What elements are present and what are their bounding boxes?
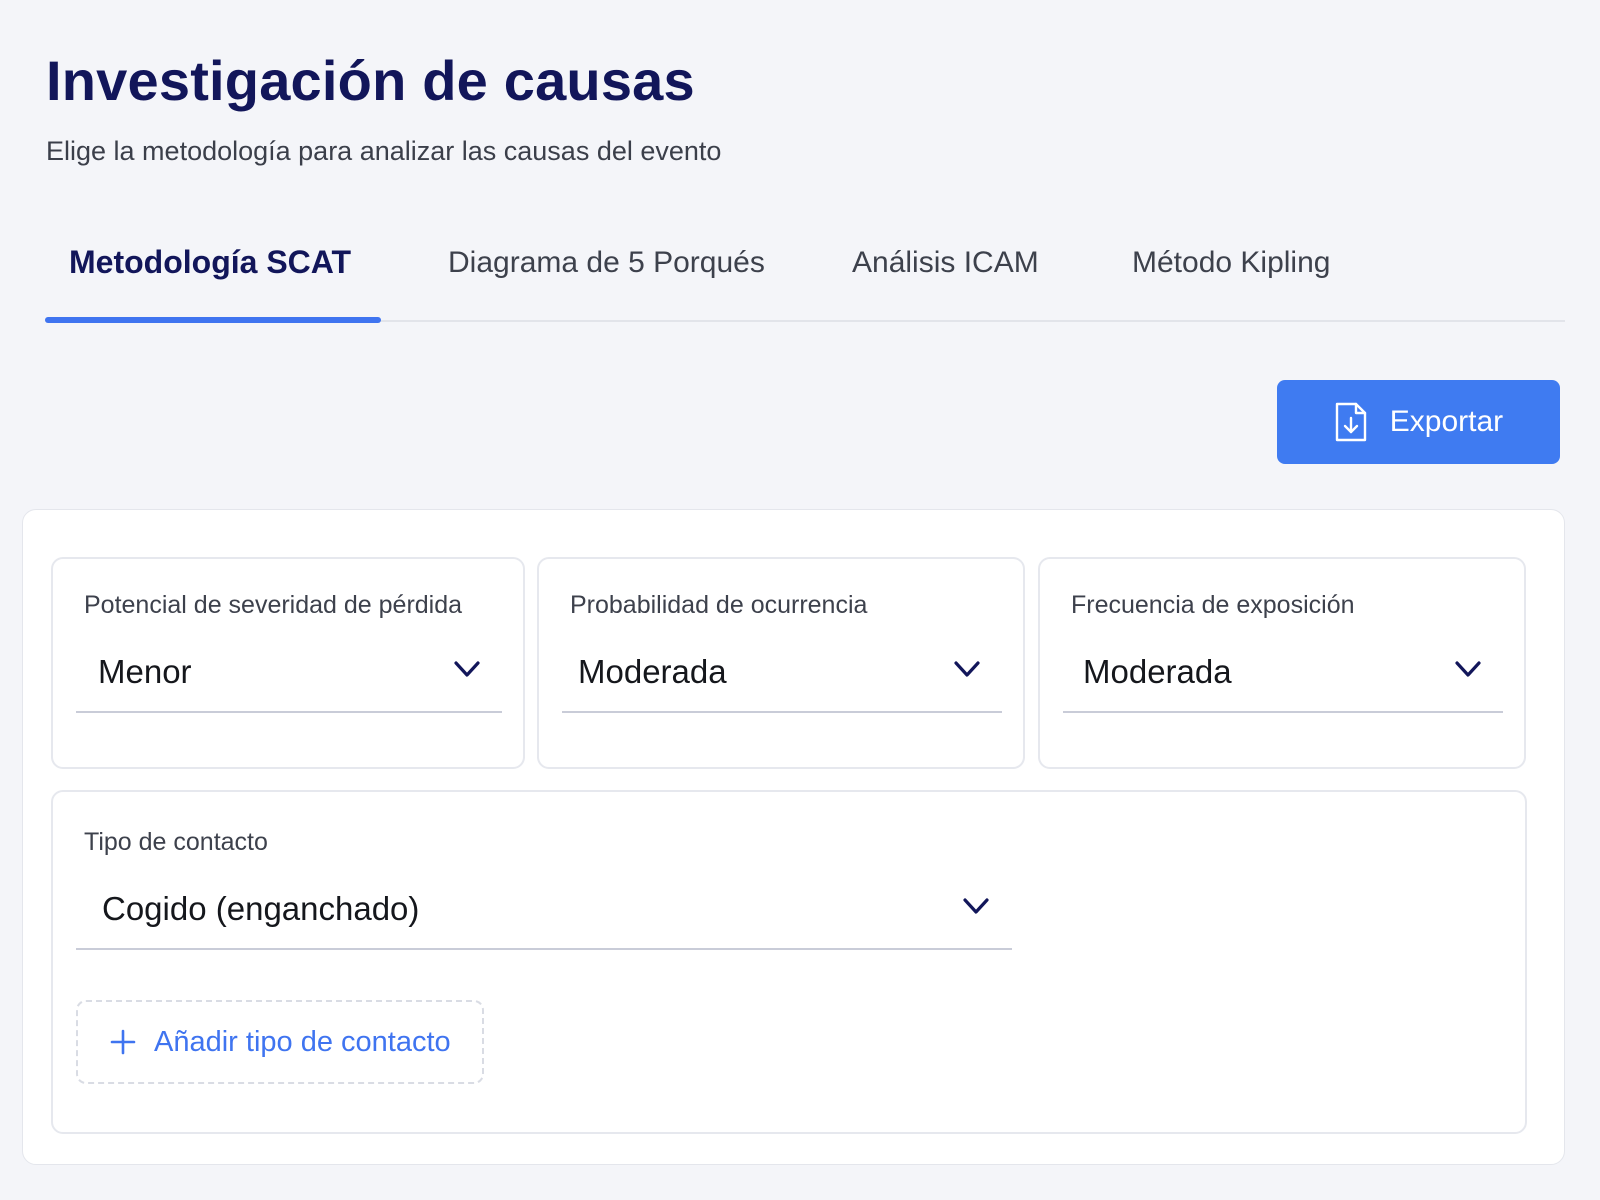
contact-type-label: Tipo de contacto bbox=[84, 828, 268, 856]
contact-type-field-card: Tipo de contacto Cogido (enganchado) Aña… bbox=[51, 790, 1527, 1134]
exposure-value: Moderada bbox=[1083, 653, 1232, 690]
chevron-down-icon bbox=[454, 661, 480, 677]
tab-diagrama-5-porques[interactable]: Diagrama de 5 Porqués bbox=[448, 246, 765, 280]
probability-value: Moderada bbox=[578, 653, 727, 690]
probability-select[interactable]: Moderada bbox=[562, 645, 1002, 713]
tab-metodo-kipling[interactable]: Método Kipling bbox=[1132, 246, 1330, 280]
page-title: Investigación de causas bbox=[46, 49, 695, 112]
chevron-down-icon bbox=[1455, 661, 1481, 677]
probability-label: Probabilidad de ocurrencia bbox=[570, 591, 868, 619]
chevron-down-icon bbox=[954, 661, 980, 677]
severity-select[interactable]: Menor bbox=[76, 645, 502, 713]
export-button-label: Exportar bbox=[1389, 405, 1504, 438]
methodology-tabs: Metodología SCAT Diagrama de 5 Porqués A… bbox=[45, 226, 1565, 323]
active-tab-indicator bbox=[45, 317, 381, 323]
plus-icon bbox=[110, 1029, 136, 1055]
contact-type-value: Cogido (enganchado) bbox=[102, 890, 420, 927]
exposure-select[interactable]: Moderada bbox=[1063, 645, 1503, 713]
severity-value: Menor bbox=[98, 653, 192, 690]
export-button[interactable]: Exportar bbox=[1277, 380, 1560, 464]
file-download-icon bbox=[1335, 402, 1366, 442]
probability-field-card: Probabilidad de ocurrencia Moderada bbox=[537, 557, 1025, 769]
contact-type-select[interactable]: Cogido (enganchado) bbox=[76, 880, 1012, 950]
add-contact-type-label: Añadir tipo de contacto bbox=[154, 1025, 451, 1058]
exposure-field-card: Frecuencia de exposición Moderada bbox=[1038, 557, 1526, 769]
tab-analisis-icam[interactable]: Análisis ICAM bbox=[852, 246, 1039, 280]
page-subtitle: Elige la metodología para analizar las c… bbox=[46, 136, 722, 166]
scat-form-card: Potencial de severidad de pérdida Menor … bbox=[22, 509, 1565, 1165]
exposure-label: Frecuencia de exposición bbox=[1071, 591, 1355, 619]
chevron-down-icon bbox=[963, 898, 989, 914]
tab-metodologia-scat[interactable]: Metodología SCAT bbox=[69, 244, 351, 281]
severity-field-card: Potencial de severidad de pérdida Menor bbox=[51, 557, 525, 769]
severity-label: Potencial de severidad de pérdida bbox=[84, 591, 463, 619]
page: Investigación de causas Elige la metodol… bbox=[0, 0, 1600, 1200]
add-contact-type-button[interactable]: Añadir tipo de contacto bbox=[76, 1000, 484, 1084]
